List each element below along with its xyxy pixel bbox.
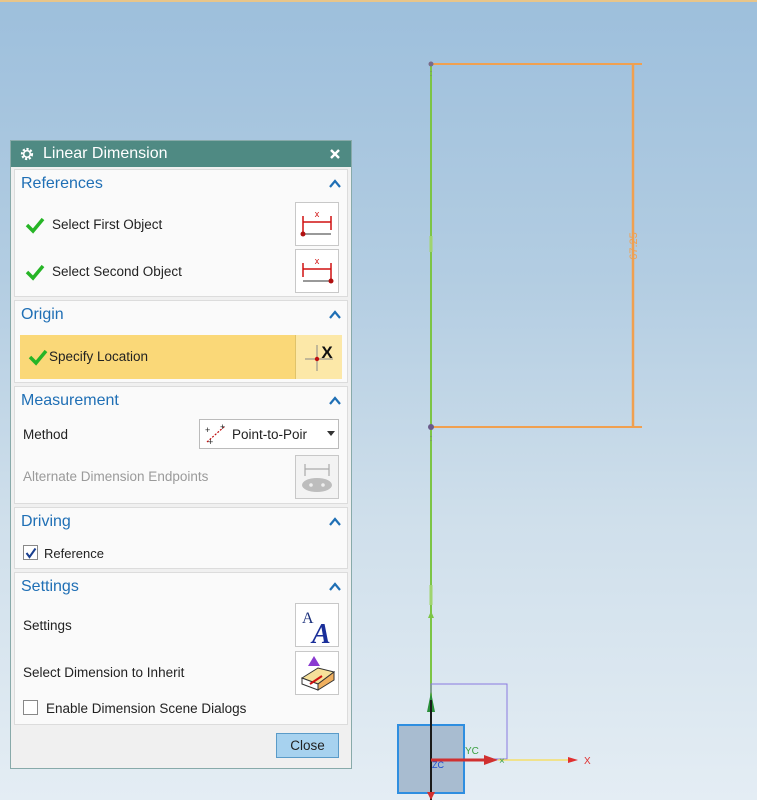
point-to-point-icon: + + + [203, 422, 229, 446]
chevron-up-icon[interactable] [329, 310, 341, 320]
check-ok-icon [25, 263, 45, 281]
chevron-up-icon[interactable] [329, 179, 341, 189]
triad-down-arrow [427, 792, 435, 800]
specify-location-label: Specify Location [49, 349, 149, 364]
reference-row: Reference [15, 545, 347, 563]
chevron-up-icon[interactable] [329, 396, 341, 406]
endpoint-bottom[interactable] [428, 424, 434, 430]
close-button[interactable]: Close [276, 733, 339, 758]
svg-text:A: A [310, 619, 331, 645]
enable-scene-row: Enable Dimension Scene Dialogs [15, 700, 347, 718]
measurement-title: Measurement [21, 392, 119, 409]
references-section: References Select First Object x Select … [14, 169, 348, 297]
svg-text:X: X [321, 343, 333, 362]
origin-section: Origin Specify Location X [14, 300, 348, 383]
method-label: Method [23, 427, 69, 442]
endpoint-top[interactable] [428, 61, 434, 67]
svg-text:x: x [315, 256, 320, 266]
settings-button[interactable]: A A [295, 603, 339, 647]
measurement-header[interactable]: Measurement [15, 387, 347, 417]
first-object-label: Select First Object [52, 217, 163, 232]
linear-dimension-dialog: Linear Dimension References Select First… [10, 140, 352, 769]
alternate-endpoints-label: Alternate Dimension Endpoints [23, 469, 209, 484]
x-axis-arrow [568, 757, 578, 763]
sketch-arrow-marker [428, 611, 434, 618]
method-dropdown[interactable]: + + + Point-to-Poir [199, 419, 339, 449]
endpoint-top-marker: : [430, 68, 433, 78]
alternate-endpoints-icon [302, 464, 332, 492]
dialog-title-bar[interactable]: Linear Dimension [11, 141, 351, 167]
chevron-up-icon[interactable] [329, 517, 341, 527]
dimension-value-text[interactable]: 67.25 [628, 232, 640, 260]
driving-title: Driving [21, 513, 71, 530]
dropdown-arrow-icon [324, 431, 338, 437]
settings-section: Settings Settings A A Select Dimension t… [14, 572, 348, 725]
axis-x-label: X [584, 756, 591, 767]
triad-x-arrow[interactable] [484, 755, 498, 765]
alternate-endpoints-button[interactable] [295, 455, 339, 499]
crosshair-x-icon: X [305, 343, 333, 371]
svg-text:x: x [315, 209, 320, 219]
settings-header[interactable]: Settings [15, 573, 347, 603]
gear-icon[interactable] [19, 146, 35, 162]
second-object-label: Select Second Object [52, 264, 182, 279]
settings-label: Settings [23, 618, 72, 633]
origin-header[interactable]: Origin [15, 301, 347, 331]
check-ok-icon [28, 348, 48, 366]
method-value: Point-to-Poir [232, 426, 308, 442]
point-dimension-icon: x [300, 209, 332, 237]
point-dimension-icon: x [302, 256, 334, 284]
axis-yc-label: YC [465, 746, 479, 757]
axis-zc-label: ZC [432, 760, 444, 770]
references-title: References [21, 175, 103, 192]
specify-location-row[interactable]: Specify Location X [20, 335, 342, 379]
reference-label: Reference [44, 546, 104, 561]
origin-title: Origin [21, 306, 64, 323]
select-first-object-button[interactable]: x [295, 202, 339, 246]
references-header[interactable]: References [15, 170, 347, 200]
driving-header[interactable]: Driving [15, 508, 347, 538]
chevron-up-icon[interactable] [329, 582, 341, 592]
dialog-title: Linear Dimension [43, 145, 168, 162]
svg-text:+: + [205, 425, 210, 435]
measurement-section: Measurement Method + + + Point-to-Poir A… [14, 386, 348, 504]
check-ok-icon [25, 216, 45, 234]
driving-section: Driving Reference [14, 507, 348, 569]
enable-scene-label: Enable Dimension Scene Dialogs [46, 701, 247, 716]
specify-location-button[interactable]: X [295, 335, 342, 379]
inherit-dimension-icon [300, 656, 336, 691]
inherit-label: Select Dimension to Inherit [23, 665, 185, 680]
settings-title: Settings [21, 578, 79, 595]
text-style-icon: A A [302, 610, 331, 645]
svg-text:+: + [208, 437, 213, 446]
select-second-object-button[interactable]: x [295, 249, 339, 293]
svg-text:+: + [220, 422, 225, 432]
select-inherit-button[interactable] [295, 651, 339, 695]
close-icon[interactable] [327, 146, 343, 162]
endpoint-bottom-marker: : [430, 433, 433, 443]
y-axis-x-mark: × [499, 756, 505, 767]
